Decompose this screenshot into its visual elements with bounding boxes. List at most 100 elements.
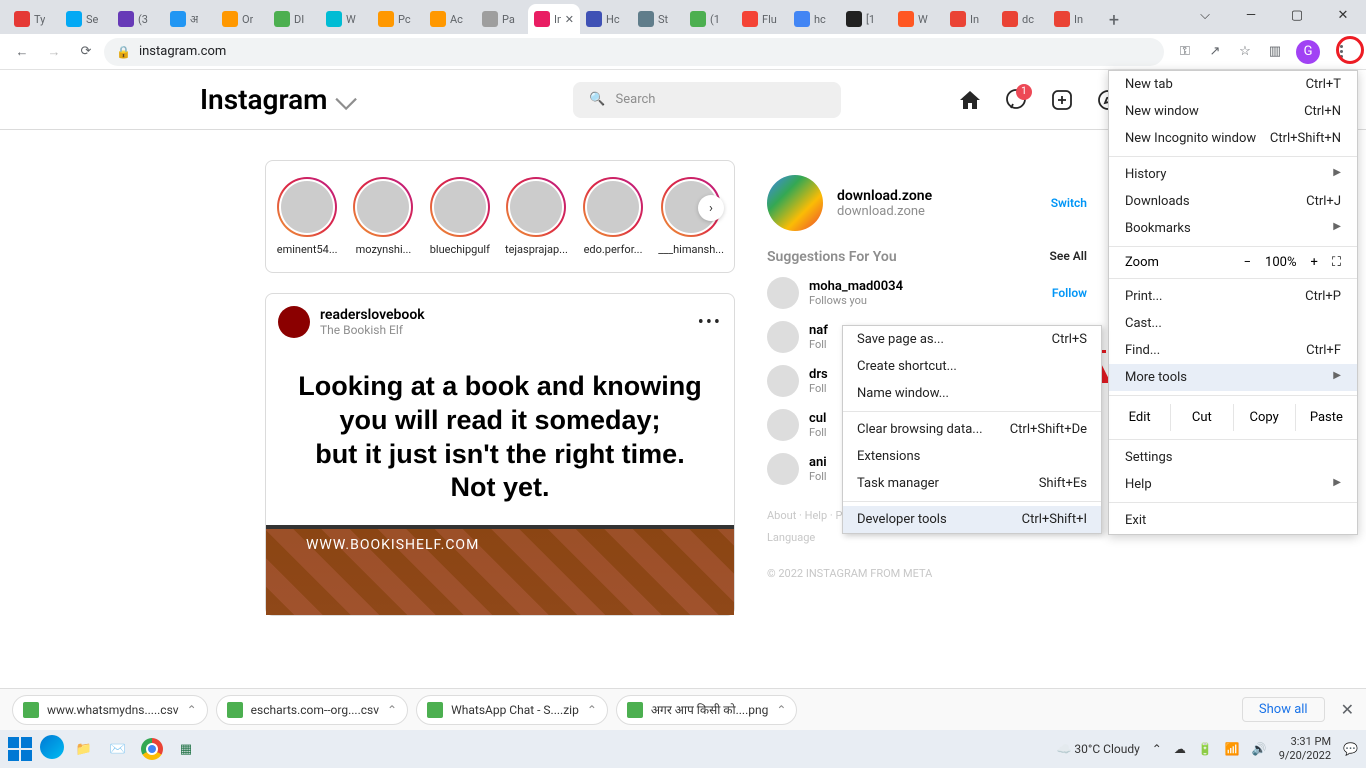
browser-tab[interactable]: In xyxy=(1048,4,1100,34)
back-button[interactable]: ← xyxy=(8,38,36,66)
notifications-icon[interactable]: 💬 xyxy=(1343,742,1358,756)
name-window-item[interactable]: Name window... xyxy=(843,380,1101,407)
browser-tab[interactable]: St xyxy=(632,4,684,34)
account-avatar[interactable] xyxy=(767,175,823,231)
browser-tab[interactable]: Ty xyxy=(8,4,60,34)
browser-tab[interactable]: dc xyxy=(996,4,1048,34)
zoom-out-button[interactable]: − xyxy=(1244,255,1251,270)
browser-tab[interactable]: Hc xyxy=(580,4,632,34)
minimize-button[interactable]: — xyxy=(1228,0,1274,30)
browser-tab[interactable]: DI xyxy=(268,4,320,34)
suggestion-avatar[interactable] xyxy=(767,321,799,353)
suggestion-avatar[interactable] xyxy=(767,365,799,397)
menu-history[interactable]: History▶ xyxy=(1109,161,1357,188)
cut-button[interactable]: Cut xyxy=(1171,404,1233,431)
post-more-button[interactable]: ••• xyxy=(698,312,722,333)
key-icon[interactable]: ⚿ xyxy=(1176,43,1194,61)
tray-onedrive-icon[interactable]: ☁ xyxy=(1174,742,1186,756)
new-post-icon[interactable] xyxy=(1050,88,1074,112)
follow-link[interactable]: Follow xyxy=(1052,286,1087,300)
instagram-logo[interactable]: Instagram ⌵ xyxy=(200,83,357,117)
browser-tab[interactable]: अ xyxy=(164,4,216,34)
download-chip[interactable]: अगर आप किसी को....png⌃ xyxy=(616,695,798,725)
menu-cast[interactable]: Cast... xyxy=(1109,310,1357,337)
edge-icon[interactable] xyxy=(40,735,64,759)
menu-new-tab[interactable]: New tabCtrl+T xyxy=(1109,71,1357,98)
share-icon[interactable]: ↗ xyxy=(1206,43,1224,61)
browser-tab[interactable]: Ac xyxy=(424,4,476,34)
post-body[interactable]: Looking at a book and knowing you will r… xyxy=(266,350,734,615)
story-item[interactable]: tejasprajap... xyxy=(505,177,568,256)
explorer-icon[interactable]: 📁 xyxy=(70,735,98,763)
suggestion-name[interactable]: naf xyxy=(809,323,828,338)
maximize-button[interactable]: ▢ xyxy=(1274,0,1320,30)
excel-icon[interactable]: ▦ xyxy=(172,735,200,763)
suggestion-avatar[interactable] xyxy=(767,409,799,441)
see-all-link[interactable]: See All xyxy=(1050,249,1087,265)
browser-tab[interactable]: (3 xyxy=(112,4,164,34)
suggestion-name[interactable]: cul xyxy=(809,411,827,426)
chevron-up-icon[interactable]: ⌃ xyxy=(187,703,197,717)
fullscreen-icon[interactable]: ⛶ xyxy=(1332,255,1341,270)
close-downloads-bar[interactable]: ✕ xyxy=(1341,700,1354,719)
suggestion-name[interactable]: ani xyxy=(809,455,827,470)
search-box[interactable]: 🔍 Search xyxy=(573,82,841,118)
post-username[interactable]: readerslovebook xyxy=(320,307,425,323)
menu-bookmarks[interactable]: Bookmarks▶ xyxy=(1109,215,1357,242)
menu-exit[interactable]: Exit xyxy=(1109,507,1357,534)
menu-settings[interactable]: Settings xyxy=(1109,444,1357,471)
browser-tab[interactable]: Flu xyxy=(736,4,788,34)
story-item[interactable]: edo.perfor... xyxy=(582,177,644,256)
menu-help[interactable]: Help▶ xyxy=(1109,471,1357,498)
browser-tab[interactable]: In xyxy=(944,4,996,34)
home-icon[interactable] xyxy=(958,88,982,112)
menu-print[interactable]: Print...Ctrl+P xyxy=(1109,283,1357,310)
start-button[interactable] xyxy=(8,737,32,761)
close-tab-icon[interactable]: ✕ xyxy=(565,13,574,26)
chevron-up-icon[interactable]: ⌃ xyxy=(587,703,597,717)
extensions-item[interactable]: Extensions xyxy=(843,443,1101,470)
account-name[interactable]: download.zone xyxy=(837,188,932,204)
zoom-in-button[interactable]: + xyxy=(1311,255,1318,270)
side-panel-icon[interactable]: ▥ xyxy=(1266,43,1284,61)
browser-tab[interactable]: Pc xyxy=(372,4,424,34)
browser-tab[interactable]: W xyxy=(320,4,372,34)
chevron-up-icon[interactable]: ⌃ xyxy=(387,703,397,717)
suggestion-name[interactable]: moha_mad0034 xyxy=(809,279,903,294)
tray-network-icon[interactable]: 📶 xyxy=(1225,742,1240,756)
paste-button[interactable]: Paste xyxy=(1296,404,1357,431)
browser-tab[interactable]: [1 xyxy=(840,4,892,34)
address-bar[interactable]: 🔒 instagram.com xyxy=(104,38,1164,66)
browser-tab[interactable]: Pa xyxy=(476,4,528,34)
browser-tab[interactable]: Se xyxy=(60,4,112,34)
create-shortcut-item[interactable]: Create shortcut... xyxy=(843,353,1101,380)
menu-find[interactable]: Find...Ctrl+F xyxy=(1109,337,1357,364)
tabs-dropdown-button[interactable]: ⌵ xyxy=(1182,0,1228,30)
tray-volume-icon[interactable]: 🔊 xyxy=(1252,742,1267,756)
show-all-button[interactable]: Show all xyxy=(1242,697,1325,722)
close-window-button[interactable]: ✕ xyxy=(1320,0,1366,30)
new-tab-button[interactable]: + xyxy=(1100,6,1128,34)
browser-tab[interactable]: hc xyxy=(788,4,840,34)
bookmark-star-icon[interactable]: ☆ xyxy=(1236,43,1254,61)
browser-tab[interactable]: (1 xyxy=(684,4,736,34)
download-chip[interactable]: www.whatsmydns.....csv⌃ xyxy=(12,695,208,725)
browser-tab[interactable]: W xyxy=(892,4,944,34)
browser-tab[interactable]: In✕ xyxy=(528,4,580,34)
chrome-icon[interactable] xyxy=(138,735,166,763)
menu-downloads[interactable]: DownloadsCtrl+J xyxy=(1109,188,1357,215)
story-item[interactable]: bluechipgulf xyxy=(429,177,491,256)
save-page-item[interactable]: Save page as...Ctrl+S xyxy=(843,326,1101,353)
mail-icon[interactable]: ✉️ xyxy=(104,735,132,763)
download-chip[interactable]: WhatsApp Chat - S....zip⌃ xyxy=(416,695,608,725)
story-item[interactable]: eminent54... xyxy=(276,177,338,256)
weather-widget[interactable]: ☁️ 30°C Cloudy xyxy=(1056,742,1139,756)
stories-next-button[interactable]: › xyxy=(698,195,724,221)
copy-button[interactable]: Copy xyxy=(1234,404,1296,431)
chevron-down-icon[interactable]: ⌵ xyxy=(335,83,356,117)
suggestion-avatar[interactable] xyxy=(767,453,799,485)
menu-new-window[interactable]: New windowCtrl+N xyxy=(1109,98,1357,125)
clear-browsing-item[interactable]: Clear browsing data...Ctrl+Shift+De xyxy=(843,416,1101,443)
menu-more-tools[interactable]: More tools▶ xyxy=(1109,364,1357,391)
clock[interactable]: 3:31 PM9/20/2022 xyxy=(1279,735,1331,764)
